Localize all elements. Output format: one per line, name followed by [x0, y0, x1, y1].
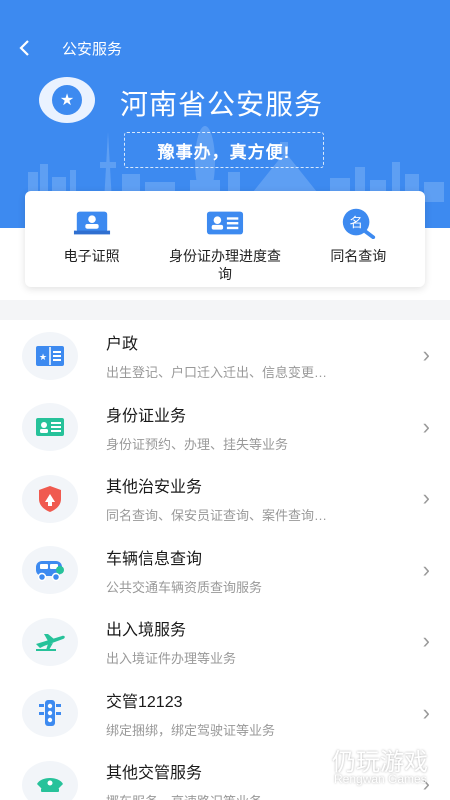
- list-item-title: 其他交管服务: [106, 765, 203, 783]
- chevron-right-icon: ›: [422, 699, 430, 725]
- list-item-subtitle: 出入境证件办理等业务: [106, 651, 237, 667]
- chevron-left-icon: [19, 40, 29, 56]
- list-item-subtitle: 公共交通车辆资质查询服务: [106, 579, 263, 595]
- list-item-subtitle: 同名查询、保安员证查询、案件查询…: [106, 508, 328, 524]
- watermark: 仍玩游戏 Rengwan Games: [282, 742, 432, 792]
- list-item-title: 交管12123: [106, 693, 183, 711]
- police-cap-icon: [22, 760, 78, 800]
- airplane-icon: [22, 617, 78, 666]
- police-shield-icon: [22, 474, 78, 523]
- list-item-subtitle: 挪车服务、高速路况等业务: [106, 791, 262, 800]
- chevron-right-icon: ›: [422, 413, 430, 439]
- service-list: ★ 户政 出生登记、户口迁入迁出、信息变更… › 身份证业务 身份证预约、办理、…: [0, 320, 450, 800]
- nav-bar: 公安服务: [0, 30, 450, 66]
- watermark-subtitle: Rengwan Games: [334, 772, 427, 786]
- list-item[interactable]: 身份证业务 身份证预约、办理、挂失等业务 ›: [0, 392, 450, 464]
- quick-item-e-license[interactable]: 电子证照: [25, 191, 158, 287]
- id-card-photo-icon: [73, 209, 111, 237]
- page-title: 公安服务: [62, 40, 123, 58]
- list-item-title: 车辆信息查询: [106, 550, 203, 568]
- police-emblem-icon: ★: [39, 77, 95, 123]
- name-search-icon: 名: [339, 208, 377, 239]
- list-item[interactable]: ★ 户政 出生登记、户口迁入迁出、信息变更… ›: [0, 320, 450, 392]
- list-item-subtitle: 绑定捆绑，绑定驾驶证等业务: [106, 722, 276, 738]
- list-item-subtitle: 身份证预约、办理、挂失等业务: [106, 436, 289, 452]
- id-card-icon: [22, 403, 78, 452]
- list-item[interactable]: 其他治安业务 同名查询、保安员证查询、案件查询… ›: [0, 463, 450, 535]
- quick-label: 电子证照: [63, 248, 120, 264]
- id-card-icon: [206, 209, 244, 237]
- hero-title: 河南省公安服务: [120, 89, 324, 120]
- chevron-right-icon: ›: [422, 556, 430, 582]
- quick-item-name-search[interactable]: 名 同名查询: [292, 191, 425, 287]
- svg-text:名: 名: [350, 215, 363, 231]
- chevron-right-icon: ›: [422, 628, 430, 653]
- traffic-light-icon: [22, 689, 78, 738]
- chevron-right-icon: ›: [422, 485, 430, 510]
- household-book-icon: ★: [22, 331, 78, 380]
- chevron-right-icon: ›: [422, 342, 430, 367]
- list-item[interactable]: 交管12123 绑定捆绑，绑定驾驶证等业务 ›: [0, 678, 450, 750]
- hero-slogan: 豫事办，真方便!: [124, 132, 324, 168]
- list-item-title: 身份证业务: [106, 407, 187, 425]
- quick-label: 身份证办理进度查询: [168, 248, 281, 282]
- quick-actions-card: 电子证照 身份证办理进度查询 名 同名查询: [25, 191, 425, 287]
- section-divider: [0, 300, 450, 320]
- list-item-title: 户政: [106, 336, 139, 354]
- list-item-title: 出入境服务: [106, 622, 187, 640]
- list-item[interactable]: 车辆信息查询 公共交通车辆资质查询服务 ›: [0, 535, 450, 607]
- list-item-title: 其他治安业务: [106, 479, 203, 497]
- car-icon: [22, 546, 78, 595]
- svg-text:★: ★: [39, 352, 47, 362]
- watermark-logo-icon: [288, 746, 323, 786]
- back-button[interactable]: [0, 30, 50, 66]
- quick-label: 同名查询: [330, 248, 387, 264]
- list-item[interactable]: 出入境服务 出入境证件办理等业务 ›: [0, 606, 450, 678]
- list-item-subtitle: 出生登记、户口迁入迁出、信息变更…: [106, 365, 328, 381]
- quick-item-id-progress[interactable]: 身份证办理进度查询: [158, 191, 291, 287]
